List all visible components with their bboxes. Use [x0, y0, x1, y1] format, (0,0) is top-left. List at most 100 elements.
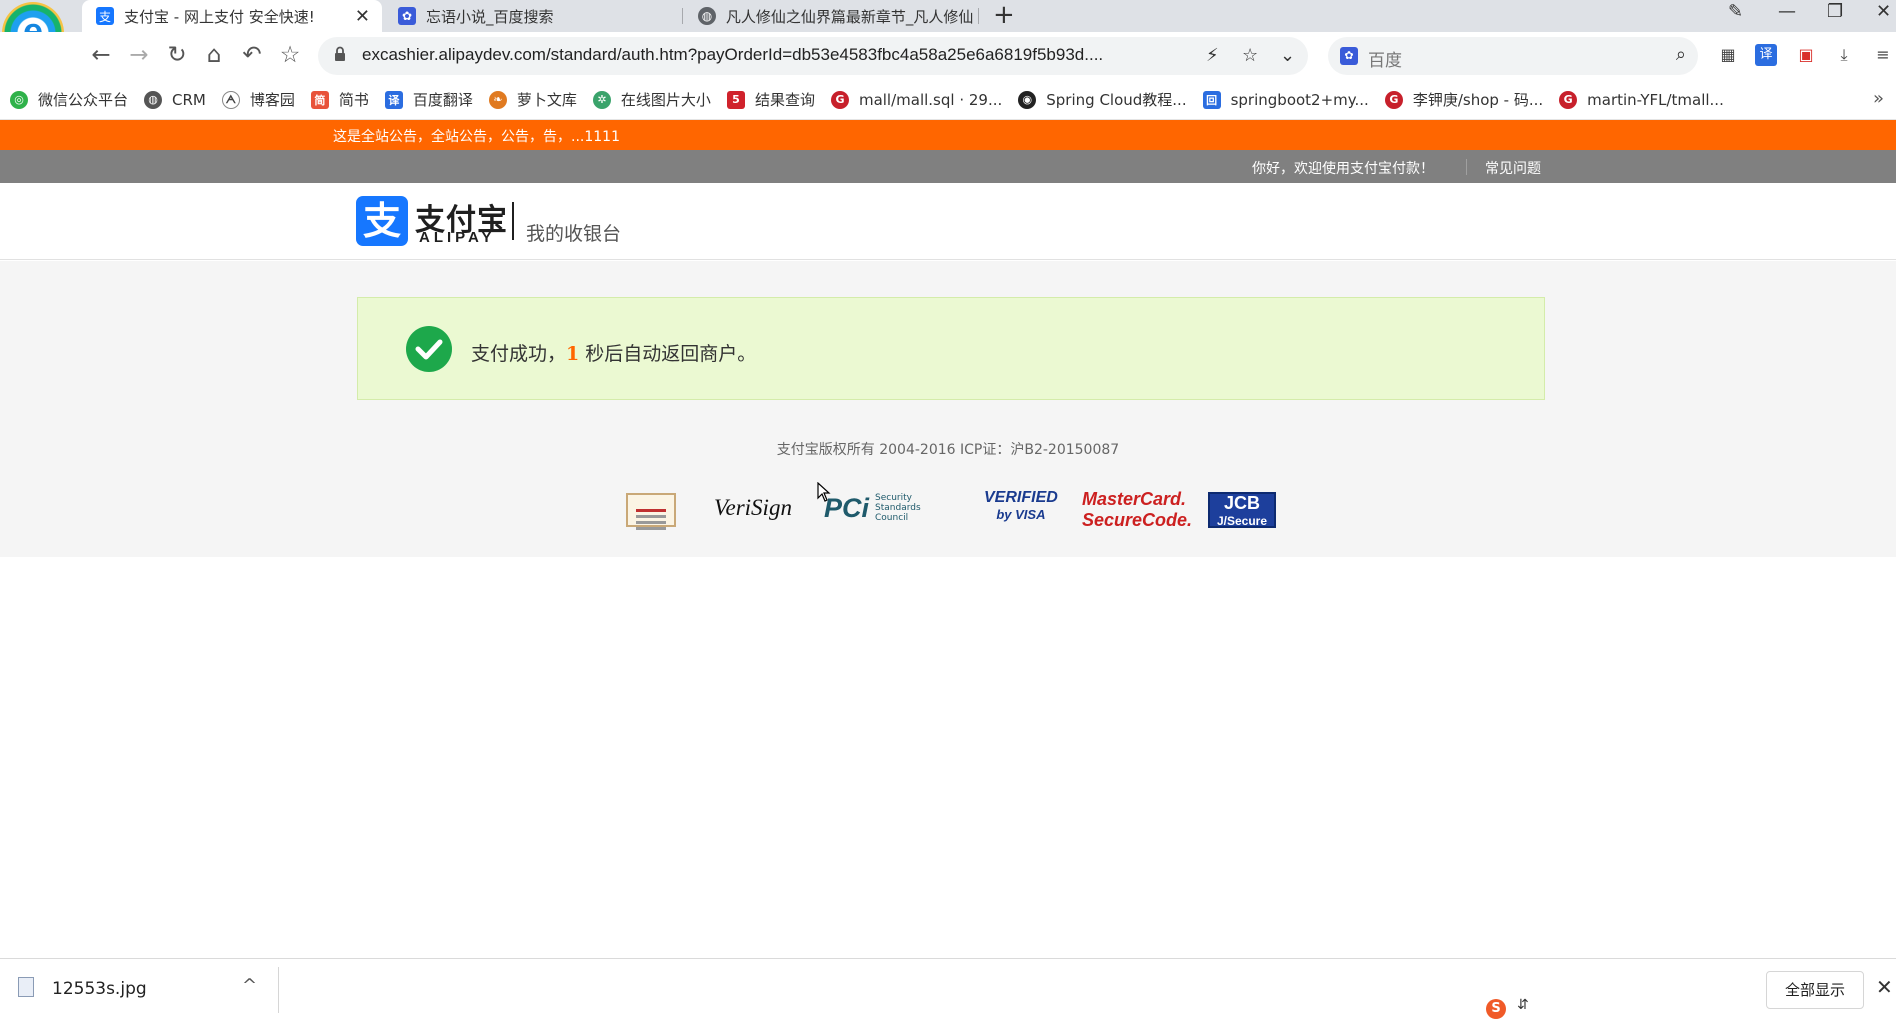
- download-bar: 12553s.jpg ^ S ⇵ 全部显示 ✕: [0, 958, 1896, 1020]
- download-bar-close-button[interactable]: ✕: [1876, 975, 1893, 999]
- bookmarks-bar: ◎ 微信公众平台 ◍ CRM ᗅ 博客园 简简书 译百度翻译 ❧ 萝卜文库 ✲ 在线图片大…: [0, 80, 1896, 120]
- address-bar[interactable]: excashier.alipaydev.com/standard/auth.ht…: [318, 37, 1308, 75]
- pci-badge: PCi Security Standards Council: [824, 492, 921, 524]
- translate-icon[interactable]: 译: [1755, 44, 1777, 66]
- gitee-icon: G: [830, 90, 849, 109]
- sogou-input-icon[interactable]: S: [1486, 999, 1506, 1019]
- bookmark-item[interactable]: 简简书: [310, 89, 369, 110]
- edit-icon[interactable]: ✎: [1728, 0, 1743, 28]
- tab-separator: [978, 8, 979, 24]
- browser-toolbar: ← → ↻ ⌂ ↶ ☆ excashier.alipaydev.com/stan…: [0, 32, 1896, 80]
- pdf-icon[interactable]: ▣: [1795, 44, 1817, 66]
- github-icon: ◉: [1018, 90, 1037, 109]
- alipay-logo-subtext: ALIPAY: [419, 229, 496, 246]
- top-nav-bar: 你好，欢迎使用支付宝付款！ 常见问题: [0, 150, 1896, 183]
- baidu-paw-icon: ✿: [1340, 47, 1358, 65]
- bookmark-item[interactable]: ◍ CRM: [144, 90, 206, 109]
- site-notice-bar: 这是全站公告，全站公告，公告，告，...1111: [0, 120, 1896, 150]
- chevron-down-icon[interactable]: ⌄: [1280, 45, 1295, 66]
- image-file-icon: [18, 977, 34, 997]
- tab-novel[interactable]: ◍ 凡人修仙之仙界篇最新章节_凡人修仙: [684, 0, 974, 32]
- cashier-header: 支 支付宝 ALIPAY 我的收银台: [0, 183, 1896, 260]
- tab-label: 支付宝 - 网上支付 安全快速!: [124, 7, 315, 26]
- countdown-number: 1: [566, 343, 580, 365]
- menu-icon[interactable]: ≡: [1872, 44, 1894, 66]
- carrot-icon: ❧: [488, 90, 507, 109]
- success-check-icon: [406, 326, 452, 372]
- back-arrow-icon[interactable]: ←: [86, 40, 116, 70]
- wechat-icon: ◎: [10, 90, 28, 109]
- search-icon[interactable]: ⌕: [1676, 44, 1686, 65]
- success-message: 支付成功，1 秒后自动返回商户。: [471, 343, 757, 365]
- logo-divider: [512, 202, 514, 240]
- bookmark-item[interactable]: ᗅ 博客园: [221, 89, 295, 110]
- chevron-up-icon[interactable]: ^: [242, 975, 257, 996]
- bookmark-item[interactable]: ◎ 微信公众平台: [10, 89, 128, 110]
- bookmark-item[interactable]: Gmartin-YFL/tmall...: [1559, 90, 1724, 109]
- show-all-downloads-button[interactable]: 全部显示: [1766, 971, 1864, 1009]
- tab-baidu-search[interactable]: ✿ 忘语小说_百度搜索: [384, 0, 680, 32]
- alipay-logo-icon: 支: [356, 196, 408, 246]
- doc-icon: 回: [1202, 90, 1221, 109]
- verisign-badge: VeriSign: [714, 495, 792, 520]
- search-box[interactable]: ✿ 百度 ⌕: [1328, 37, 1698, 75]
- main-content: 支付成功，1 秒后自动返回商户。 支付宝版权所有 2004-2016 ICP证：…: [0, 261, 1896, 557]
- bookmark-item[interactable]: 5 结果查询: [726, 89, 815, 110]
- gitee-icon: G: [1384, 90, 1403, 109]
- forward-arrow-icon[interactable]: →: [124, 40, 154, 70]
- tab-strip: 支 支付宝 - 网上支付 安全快速! ✕ ✿ 忘语小说_百度搜索 ◍ 凡人修仙之…: [0, 0, 1896, 32]
- payment-success-panel: 支付成功，1 秒后自动返回商户。: [357, 297, 1545, 400]
- bookmark-item[interactable]: 回 springboot2+my...: [1202, 90, 1369, 109]
- welcome-text: 你好，欢迎使用支付宝付款！: [1252, 161, 1434, 177]
- gitee-icon: G: [1559, 90, 1578, 109]
- lightning-icon[interactable]: ⚡: [1206, 45, 1219, 66]
- window-close-button[interactable]: ✕: [1876, 0, 1891, 28]
- baidu-paw-icon: ✿: [398, 7, 416, 25]
- download-separator: [278, 967, 279, 1013]
- input-method-arrow-icon[interactable]: ⇵: [1517, 997, 1529, 1013]
- bookmark-item[interactable]: ◉ Spring Cloud教程...: [1018, 89, 1187, 110]
- result-query-icon: 5: [726, 90, 745, 109]
- verified-by-visa-badge: VERIFIED by VISA: [984, 489, 1058, 522]
- nav-divider: [1466, 159, 1467, 175]
- tab-label: 凡人修仙之仙界篇最新章节_凡人修仙: [725, 7, 974, 26]
- minimize-button[interactable]: —: [1778, 0, 1796, 28]
- bookmark-item[interactable]: ❧ 萝卜文库: [488, 89, 577, 110]
- download-file-name[interactable]: 12553s.jpg: [52, 979, 147, 999]
- reload-icon[interactable]: ↻: [162, 40, 192, 70]
- globe-icon: ◍: [698, 7, 716, 25]
- page-title: 我的收银台: [526, 223, 622, 245]
- alipay-icon: 支: [96, 7, 114, 25]
- jianshu-icon: 简: [310, 90, 329, 109]
- copyright-text: 支付宝版权所有 2004-2016 ICP证：沪B2-20150087: [776, 442, 1120, 458]
- search-input[interactable]: 百度: [1368, 46, 1402, 71]
- faq-link[interactable]: 常见问题: [1485, 158, 1541, 178]
- globe-icon: ◍: [144, 90, 163, 109]
- tab-alipay[interactable]: 支 支付宝 - 网上支付 安全快速! ✕: [82, 0, 382, 32]
- restore-button[interactable]: ❐: [1827, 0, 1843, 28]
- bookmark-item[interactable]: ✲ 在线图片大小: [592, 89, 711, 110]
- download-icon[interactable]: ⤓: [1833, 44, 1855, 66]
- bookmark-item[interactable]: Gmall/mall.sql · 29...: [830, 90, 1002, 109]
- bookmark-item[interactable]: G 李钾庚/shop - 码...: [1384, 89, 1543, 110]
- new-tab-button[interactable]: +: [993, 0, 1015, 30]
- gear-icon: ✲: [592, 90, 611, 109]
- cnblogs-icon: ᗅ: [221, 90, 240, 109]
- tab-label: 忘语小说_百度搜索: [426, 7, 554, 26]
- bookmark-star-icon[interactable]: ☆: [1242, 45, 1258, 66]
- lock-icon: [335, 46, 345, 61]
- mouse-cursor-icon: [817, 482, 831, 502]
- apps-grid-icon[interactable]: ▦: [1717, 44, 1739, 66]
- mastercard-securecode-badge: MasterCard. SecureCode.: [1082, 489, 1193, 530]
- undo-icon[interactable]: ↶: [237, 40, 267, 70]
- bookmarks-overflow-icon[interactable]: »: [1873, 88, 1884, 109]
- translate-icon: 译: [384, 90, 403, 109]
- tab-close-button[interactable]: ✕: [355, 6, 370, 27]
- bookmark-item[interactable]: 译百度翻译: [384, 89, 473, 110]
- certificate-badge-icon: [626, 493, 676, 527]
- home-icon[interactable]: ⌂: [199, 40, 229, 70]
- tab-separator: [682, 8, 683, 24]
- favorite-star-icon[interactable]: ☆: [275, 40, 305, 70]
- url-text[interactable]: excashier.alipaydev.com/standard/auth.ht…: [362, 45, 1202, 65]
- site-notice-text: 这是全站公告，全站公告，公告，告，...1111: [333, 129, 620, 145]
